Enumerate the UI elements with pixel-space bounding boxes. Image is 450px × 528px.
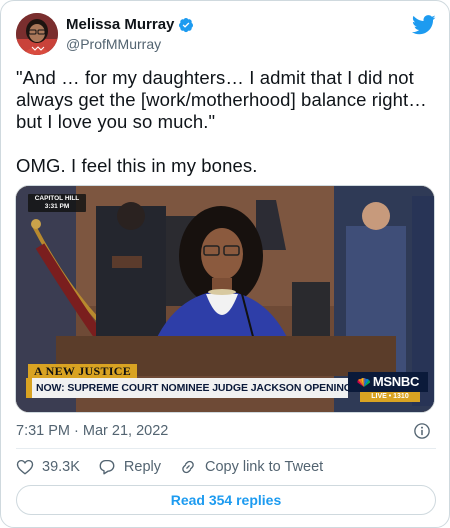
link-icon <box>182 460 194 474</box>
network-logo: MSNBC <box>348 372 428 392</box>
reply-bubble-icon <box>99 459 115 475</box>
news-time-bug: CAPITOL HILL 3:31 PM <box>28 194 86 212</box>
chyron-accent <box>26 378 32 398</box>
tweet-paragraph-2: OMG. I feel this in my bones. <box>16 155 258 176</box>
twitter-bird-icon[interactable] <box>412 15 436 35</box>
verified-badge-icon <box>179 17 194 32</box>
info-icon[interactable] <box>413 422 431 440</box>
author-name-row[interactable]: Melissa Murray <box>66 16 194 33</box>
reply-button[interactable]: Reply <box>98 458 161 476</box>
bug-time: 3:31 PM <box>44 203 70 210</box>
display-name[interactable]: Melissa Murray <box>66 16 174 33</box>
tweet-text: "And … for my daughters… I admit that I … <box>16 67 440 177</box>
live-tag: LIVE • 1310 <box>360 392 420 402</box>
read-replies-button[interactable]: Read 354 replies <box>16 485 436 515</box>
news-chyron: NOW: SUPREME COURT NOMINEE JUDGE JACKSON… <box>26 378 348 398</box>
show-title: A NEW JUSTICE <box>28 364 138 378</box>
tweet-media-image[interactable]: CAPITOL HILL 3:31 PM A NEW JUSTICE NOW: … <box>15 185 435 413</box>
tweet-actions: 39.3K Reply Copy link to Tweet <box>16 456 341 478</box>
tweet-paragraph-1: "And … for my daughters… I admit that I … <box>16 67 427 132</box>
tweet-timestamp[interactable]: 7:31 PM · Mar 21, 2022 <box>16 423 168 439</box>
bug-location: CAPITOL HILL <box>34 195 80 202</box>
peacock-icon <box>357 378 370 387</box>
copy-link-button[interactable]: Copy link to Tweet <box>179 458 323 476</box>
author-handle[interactable]: @ProfMMurray <box>66 36 161 52</box>
avatar-image <box>16 13 58 55</box>
copy-link-label: Copy link to Tweet <box>204 459 324 475</box>
avatar[interactable] <box>16 13 58 55</box>
like-count: 39.3K <box>42 459 80 475</box>
tweet-card: Melissa Murray @ProfMMurray "And … for m… <box>0 0 450 528</box>
news-lower-third: A NEW JUSTICE NOW: SUPREME COURT NOMINEE… <box>26 364 428 404</box>
heart-icon <box>16 459 34 475</box>
like-button[interactable]: 39.3K <box>16 458 80 476</box>
divider <box>16 448 436 449</box>
network-name: MSNBC <box>372 374 420 389</box>
reply-label: Reply <box>123 459 161 475</box>
tweet-header: Melissa Murray @ProfMMurray <box>16 13 436 57</box>
